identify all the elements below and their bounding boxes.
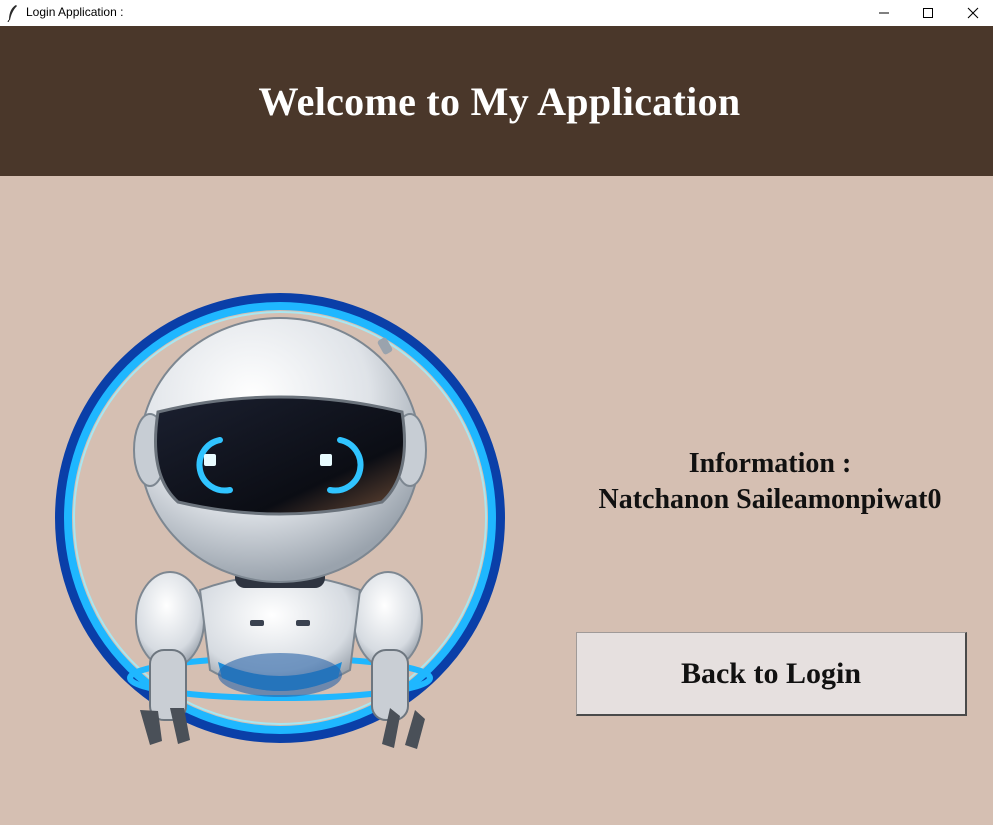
maximize-icon <box>922 7 934 19</box>
information-value: Natchanon Saileamonpiwat0 <box>598 484 942 515</box>
minimize-icon <box>878 7 890 19</box>
header-banner: Welcome to My Application <box>0 26 993 176</box>
page-title: Welcome to My Application <box>258 78 741 124</box>
robot-illustration <box>50 290 510 760</box>
information-label: Information : <box>688 448 852 479</box>
feather-icon <box>6 4 20 23</box>
information-block: Information : Natchanon Saileamonpiwat0 <box>560 446 980 518</box>
window-title: Login Application : <box>26 5 124 19</box>
maximize-button[interactable] <box>905 0 951 26</box>
minimize-button[interactable] <box>861 0 907 26</box>
window-titlebar: Login Application : <box>0 0 993 26</box>
close-icon <box>967 7 979 19</box>
close-button[interactable] <box>950 0 993 26</box>
back-to-login-button[interactable]: Back to Login <box>576 632 967 716</box>
